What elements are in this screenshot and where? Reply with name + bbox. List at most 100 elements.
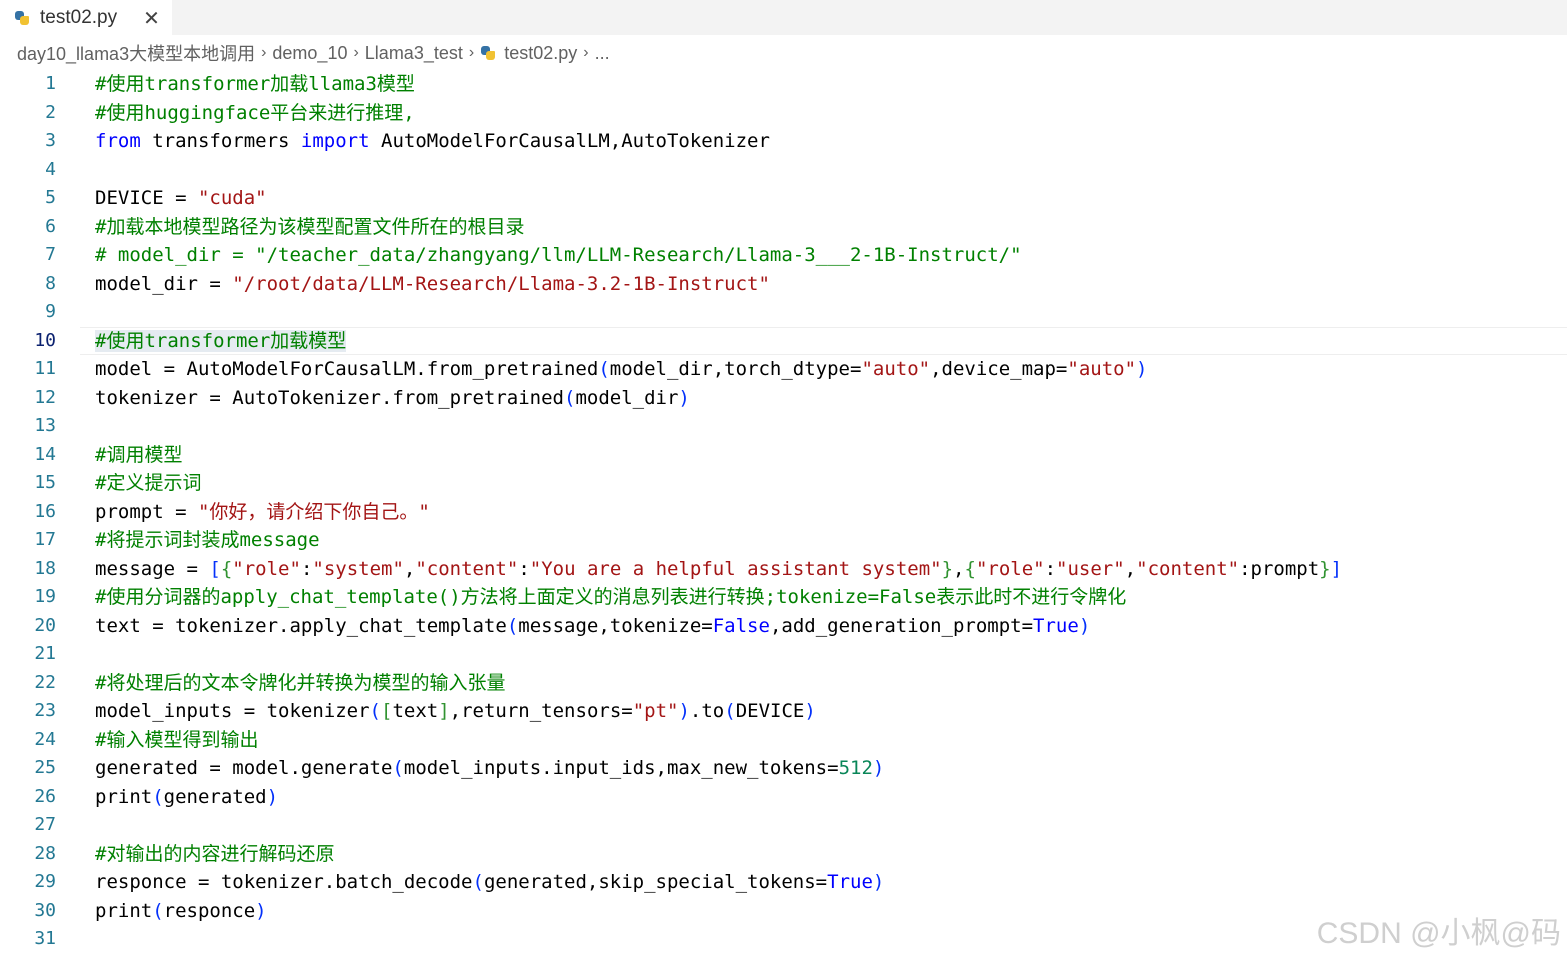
code-text[interactable]: message = [{"role":"system","content":"Y…: [95, 555, 1342, 584]
code-line[interactable]: 28 #对输出的内容进行解码还原: [0, 840, 1567, 869]
code-line[interactable]: 21: [0, 640, 1567, 669]
code-token: :prompt: [1239, 557, 1320, 580]
code-text[interactable]: #使用分词器的apply_chat_template()方法将上面定义的消息列表…: [95, 583, 1126, 612]
code-token: #输入模型得到输出: [95, 728, 259, 751]
code-token: import: [300, 130, 370, 152]
code-line[interactable]: 29 responce = tokenizer.batch_decode(gene…: [0, 868, 1567, 897]
breadcrumb-item-file[interactable]: test02.py: [480, 43, 577, 64]
code-line[interactable]: 1 #使用transformer加载llama3模型: [0, 70, 1567, 99]
code-token: generated: [163, 785, 267, 808]
line-number: 30: [34, 899, 56, 921]
code-line[interactable]: 12 tokenizer = AutoTokenizer.from_pretrai…: [0, 384, 1567, 413]
code-text[interactable]: model = AutoModelForCausalLM.from_pretra…: [95, 355, 1147, 384]
code-line[interactable]: 17 #将提示词封装成message: [0, 526, 1567, 555]
code-line[interactable]: 6 #加载本地模型路径为该模型配置文件所在的根目录: [0, 213, 1567, 242]
code-text[interactable]: tokenizer = AutoTokenizer.from_pretraine…: [95, 384, 690, 413]
code-text[interactable]: #定义提示词: [95, 469, 201, 498]
code-text[interactable]: print(responce): [95, 897, 267, 926]
code-text[interactable]: DEVICE = "cuda": [95, 184, 267, 213]
breadcrumb-item-symbols[interactable]: ...: [595, 43, 610, 64]
code-text[interactable]: generated = model.generate(model_inputs.…: [95, 754, 884, 783]
code-token: (: [564, 386, 576, 409]
code-line[interactable]: 11 model = AutoModelForCausalLM.from_pret…: [0, 355, 1567, 384]
code-line[interactable]: 25 generated = model.generate(model_input…: [0, 754, 1567, 783]
code-token: #将提示词封装成message: [95, 529, 320, 551]
close-icon[interactable]: ✕: [143, 8, 160, 28]
code-line[interactable]: 8 model_dir = "/root/data/LLM-Research/Ll…: [0, 270, 1567, 299]
code-token: DEVICE =: [95, 187, 198, 209]
code-text[interactable]: from transformers import AutoModelForCau…: [95, 127, 770, 156]
code-line[interactable]: 26 print(generated): [0, 783, 1567, 812]
breadcrumb-item-folder[interactable]: Llama3_test: [365, 43, 463, 64]
code-token: ): [1078, 614, 1091, 637]
code-text[interactable]: #使用transformer加载llama3模型: [95, 70, 415, 99]
code-token: #调用模型: [95, 443, 183, 466]
code-token: message,tokenize=: [518, 614, 713, 637]
line-number: 9: [45, 301, 56, 322]
code-line[interactable]: 15 #定义提示词: [0, 469, 1567, 498]
code-token: ): [255, 899, 267, 922]
code-text[interactable]: #将提示词封装成message: [95, 526, 320, 555]
code-text[interactable]: #将处理后的文本令牌化并转换为模型的输入张量: [95, 669, 505, 698]
breadcrumb-item-label: Llama3_test: [364, 42, 463, 63]
code-text[interactable]: #使用transformer加载模型: [95, 327, 347, 356]
code-text[interactable]: #对输出的内容进行解码还原: [95, 840, 334, 869]
code-text[interactable]: print(generated): [95, 783, 278, 812]
code-text[interactable]: text = tokenizer.apply_chat_template(mes…: [95, 612, 1090, 641]
breadcrumb-item-label: test02.py: [504, 42, 578, 63]
code-line[interactable]: 23 model_inputs = tokenizer([text],return…: [0, 697, 1567, 726]
breadcrumb-item-label: demo_10: [272, 42, 348, 63]
code-text[interactable]: prompt = "你好，请介绍下你自己。": [95, 498, 430, 527]
code-text[interactable]: # model_dir = "/teacher_data/zhangyang/l…: [95, 241, 1022, 270]
code-text[interactable]: responce = tokenizer.batch_decode(genera…: [95, 868, 884, 897]
code-token: (: [392, 757, 404, 779]
breadcrumb-item-folder[interactable]: demo_10: [272, 43, 347, 64]
code-token: transformers: [140, 130, 301, 152]
code-line[interactable]: 10 #使用transformer加载模型: [0, 326, 1567, 356]
code-editor[interactable]: 1 #使用transformer加载llama3模型 2 #使用huggingface…: [0, 70, 1567, 954]
line-number: 8: [45, 272, 56, 294]
editor-tab-bar: test02.py ✕: [0, 0, 1567, 35]
code-line[interactable]: 9: [0, 298, 1567, 327]
code-line[interactable]: 4: [0, 156, 1567, 185]
tab-test02-py[interactable]: test02.py ✕: [0, 0, 172, 35]
code-line[interactable]: 3 from transformers import AutoModelForCa…: [0, 127, 1567, 156]
code-line[interactable]: 14 #调用模型: [0, 441, 1567, 470]
code-line[interactable]: 27: [0, 811, 1567, 840]
code-token: "auto": [861, 358, 931, 380]
code-line[interactable]: 20 text = tokenizer.apply_chat_template(m…: [0, 612, 1567, 641]
code-token: ,: [1124, 557, 1137, 580]
code-line[interactable]: 16 prompt = "你好，请介绍下你自己。": [0, 498, 1567, 527]
code-line[interactable]: 7 # model_dir = "/teacher_data/zhangyang/…: [0, 241, 1567, 270]
code-text[interactable]: #输入模型得到输出: [95, 726, 258, 755]
code-line[interactable]: 19 #使用分词器的apply_chat_template()方法将上面定义的消息…: [0, 583, 1567, 612]
code-token: model_dir =: [95, 272, 233, 295]
code-line[interactable]: 18 message = [{"role":"system","content":…: [0, 555, 1567, 584]
line-number: 18: [34, 557, 56, 579]
code-token: .to: [689, 700, 725, 722]
code-text[interactable]: model_inputs = tokenizer([text],return_t…: [95, 697, 816, 726]
code-line[interactable]: 13: [0, 412, 1567, 441]
breadcrumb-item-folder[interactable]: day10_llama3大模型本地调用: [17, 40, 255, 66]
code-token: ,add_generation_prompt=: [769, 614, 1034, 637]
code-line[interactable]: 24 #输入模型得到输出: [0, 726, 1567, 755]
code-token: ,device_map=: [930, 358, 1068, 380]
code-token: "auto": [1067, 358, 1137, 380]
code-token: [: [381, 700, 393, 722]
code-token: "role": [975, 557, 1045, 580]
code-text[interactable]: model_dir = "/root/data/LLM-Research/Lla…: [95, 270, 770, 299]
code-token: ): [804, 700, 816, 722]
code-line[interactable]: 22 #将处理后的文本令牌化并转换为模型的输入张量: [0, 669, 1567, 698]
code-token: (: [598, 358, 610, 380]
code-text[interactable]: #加载本地模型路径为该模型配置文件所在的根目录: [95, 213, 524, 242]
line-number: 28: [34, 842, 56, 864]
watermark: CSDN @小枫@码: [1316, 917, 1561, 950]
code-token: (: [472, 871, 484, 893]
code-line[interactable]: 5 DEVICE = "cuda": [0, 184, 1567, 213]
code-token: :: [300, 557, 313, 580]
code-token: (: [152, 899, 164, 922]
code-text[interactable]: #调用模型: [95, 441, 182, 470]
code-text[interactable]: #使用huggingface平台来进行推理,: [95, 99, 415, 128]
code-line[interactable]: 2 #使用huggingface平台来进行推理,: [0, 99, 1567, 128]
code-token: print: [95, 785, 153, 808]
